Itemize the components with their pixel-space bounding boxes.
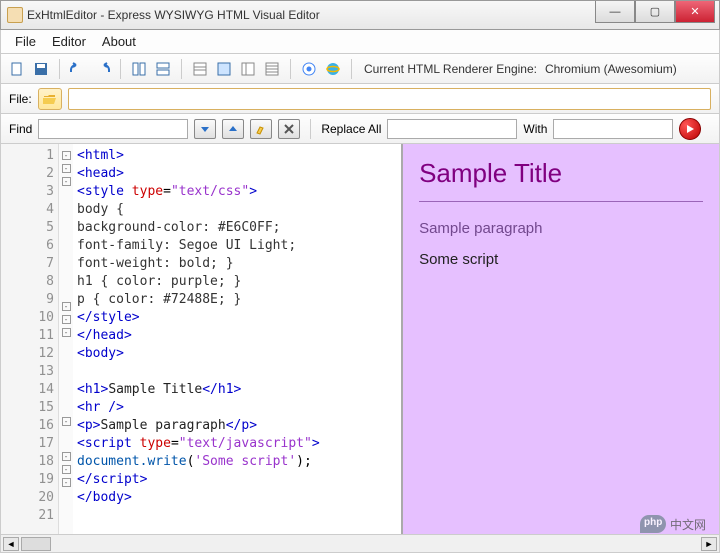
redo-button[interactable] (92, 59, 112, 79)
replace-go-button[interactable] (679, 118, 701, 140)
menu-file[interactable]: File (15, 34, 36, 49)
preview-script-output: Some script (419, 251, 703, 268)
new-file-button[interactable] (7, 59, 27, 79)
toolbar: Current HTML Renderer Engine: Chromium (… (0, 54, 720, 84)
split-vertical-button[interactable] (129, 59, 149, 79)
scroll-thumb[interactable] (21, 537, 51, 551)
view4-button[interactable] (262, 59, 282, 79)
find-next-button[interactable] (194, 119, 216, 139)
replace-input[interactable] (387, 119, 517, 139)
file-label: File: (9, 92, 32, 106)
php-logo-icon (640, 515, 666, 533)
chrome-icon[interactable] (299, 59, 319, 79)
clear-find-button[interactable] (278, 119, 300, 139)
replace-label: Replace All (321, 122, 381, 136)
editor-split: 123456789101112131415161718192021 ------… (0, 144, 720, 535)
preview-h1: Sample Title (419, 158, 703, 189)
titlebar: ExHtmlEditor - Express WYSIWYG HTML Visu… (0, 0, 720, 30)
find-row: Find Replace All With (0, 114, 720, 144)
window-title: ExHtmlEditor - Express WYSIWYG HTML Visu… (27, 8, 320, 22)
file-path-input[interactable] (68, 88, 711, 110)
ie-icon[interactable] (323, 59, 343, 79)
file-row: File: (0, 84, 720, 114)
menubar: File Editor About (0, 30, 720, 54)
split-horizontal-button[interactable] (153, 59, 173, 79)
find-label: Find (9, 122, 32, 136)
maximize-button[interactable]: ▢ (635, 1, 675, 23)
with-input[interactable] (553, 119, 673, 139)
line-number-gutter: 123456789101112131415161718192021 (1, 144, 59, 534)
horizontal-scrollbar[interactable]: ◄ ► (0, 535, 720, 553)
preview-paragraph: Sample paragraph (419, 220, 703, 237)
view1-button[interactable] (190, 59, 210, 79)
code-panel: 123456789101112131415161718192021 ------… (1, 144, 403, 534)
renderer-status-label: Current HTML Renderer Engine: (364, 62, 537, 76)
view2-button[interactable] (214, 59, 234, 79)
with-label: With (523, 122, 547, 136)
scroll-left-button[interactable]: ◄ (3, 537, 19, 551)
code-editor[interactable]: <html><head><style type="text/css">body … (73, 144, 401, 534)
renderer-status-value: Chromium (Awesomium) (545, 62, 677, 76)
menu-editor[interactable]: Editor (52, 34, 86, 49)
open-file-button[interactable] (38, 88, 62, 110)
find-input[interactable] (38, 119, 188, 139)
find-prev-button[interactable] (222, 119, 244, 139)
watermark: 中文网 (640, 515, 706, 533)
minimize-button[interactable]: — (595, 1, 635, 23)
undo-button[interactable] (68, 59, 88, 79)
folder-open-icon (43, 93, 57, 105)
app-icon (7, 7, 23, 23)
preview-panel: Sample Title Sample paragraph Some scrip… (403, 144, 719, 534)
view3-button[interactable] (238, 59, 258, 79)
fold-column[interactable]: ---------- (59, 144, 73, 534)
watermark-text: 中文网 (670, 516, 706, 533)
scroll-right-button[interactable]: ► (701, 537, 717, 551)
highlight-button[interactable] (250, 119, 272, 139)
save-button[interactable] (31, 59, 51, 79)
preview-hr (419, 201, 703, 202)
menu-about[interactable]: About (102, 34, 136, 49)
close-button[interactable]: ✕ (675, 1, 715, 23)
